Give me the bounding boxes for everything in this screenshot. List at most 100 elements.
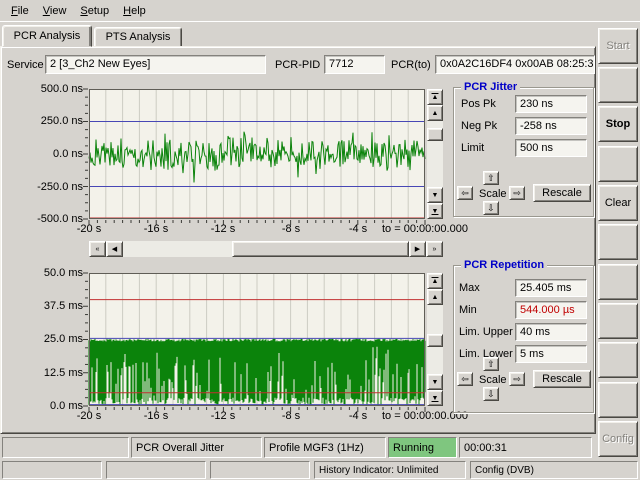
tab-pcr-analysis[interactable]: PCR Analysis [2, 25, 92, 47]
pos-pk-field: 230 ns [515, 95, 587, 113]
scroll-to-top-button[interactable]: ▲ [427, 89, 443, 105]
menu-help[interactable]: Help [116, 3, 153, 19]
lim-upper-field[interactable]: 40 ms [515, 323, 587, 341]
arrow-up-bar-icon: ▲ [432, 278, 439, 285]
jitter-xtick-4: -4 s [336, 223, 380, 235]
blank-button-6 [598, 342, 638, 378]
jitter-x-end-label: to = 00:00:00.000 [382, 223, 492, 235]
status-elapsed-time: 00:00:31 [459, 437, 592, 458]
status-history-indicator: History Indicator: Unlimited [314, 461, 466, 479]
lim-lower-field[interactable]: 5 ms [515, 345, 587, 363]
jitter-scale-right-button[interactable]: ⇨ [509, 186, 525, 200]
blank-button-4 [598, 264, 638, 300]
status-cell-empty [2, 437, 129, 458]
menu-bar: File View Setup Help [0, 0, 640, 22]
hollow-arrow-left-icon: ⇦ [461, 189, 469, 198]
service-label: Service [7, 59, 44, 71]
scroll-to-bottom-button[interactable]: ▼ [427, 203, 443, 219]
rep-xtick-4: -4 s [336, 410, 380, 422]
scroll-right-button[interactable]: ▶ [409, 241, 426, 257]
arrow-up-icon: ▲ [432, 294, 439, 301]
menu-setup[interactable]: Setup [73, 3, 116, 19]
scroll-up-button[interactable]: ▲ [427, 105, 443, 121]
rep-ytick-37: 37.5 ms [5, 300, 83, 312]
max-label: Max [459, 282, 480, 294]
status-config-mode: Config (DVB) [470, 461, 638, 479]
repetition-vertical-scrollbar[interactable]: ▲ ▲ ▼ ▼ [427, 273, 443, 406]
pcr-analysis-page: Service 2 [3_Ch2 New Eyes] PCR-PID 7712 … [0, 46, 596, 434]
scroll-far-left-button[interactable]: « [89, 241, 106, 257]
config-button[interactable]: Config [598, 421, 638, 457]
service-field[interactable]: 2 [3_Ch2 New Eyes] [45, 55, 266, 74]
rep-scale-left-button[interactable]: ⇦ [457, 372, 473, 386]
scroll-far-right-button[interactable]: » [426, 241, 443, 257]
rep-scale-label: Scale [479, 374, 507, 386]
start-button[interactable]: Start [598, 28, 638, 64]
blank-button-5 [598, 303, 638, 339]
jitter-ytick-0: 0.0 ns [5, 148, 83, 160]
min-field: 544.000 µs [515, 301, 587, 319]
hollow-arrow-left-icon: ⇦ [461, 375, 469, 384]
double-arrow-right-icon: » [433, 246, 437, 253]
jitter-ytick-250: 250.0 ns [5, 115, 83, 127]
hollow-arrow-up-icon: ⇧ [487, 174, 495, 183]
menu-view[interactable]: View [36, 3, 74, 19]
rep-ytick-25: 25.0 ms [5, 333, 83, 345]
rep-rescale-button[interactable]: Rescale [533, 370, 591, 388]
scrollbar-thumb[interactable] [427, 128, 443, 141]
rep-ytick-12: 12.5 ms [5, 367, 83, 379]
scroll-to-bottom-button[interactable]: ▼ [427, 390, 443, 406]
pcr-jitter-plot [89, 89, 425, 219]
neg-pk-label: Neg Pk [461, 120, 497, 132]
clear-button[interactable]: Clear [598, 185, 638, 221]
scroll-down-button[interactable]: ▼ [427, 187, 443, 203]
jitter-limit-field[interactable]: 500 ns [515, 139, 587, 157]
pcr-jitter-group-title: PCR Jitter [461, 81, 520, 93]
jitter-vertical-scrollbar[interactable]: ▲ ▲ ▼ ▼ [427, 89, 443, 219]
scroll-to-top-button[interactable]: ▲ [427, 273, 443, 289]
rep-ytick-50: 50.0 ms [5, 267, 83, 279]
rep-scale-right-button[interactable]: ⇨ [509, 372, 525, 386]
double-arrow-left-icon: « [96, 246, 100, 253]
arrow-down-icon: ▼ [432, 379, 439, 386]
jitter-scale-up-button[interactable]: ⇧ [483, 171, 499, 185]
jitter-rescale-button[interactable]: Rescale [533, 184, 591, 202]
jitter-scale-down-button[interactable]: ⇩ [483, 201, 499, 215]
pcr-to-label: PCR(to) [391, 59, 431, 71]
pos-pk-label: Pos Pk [461, 98, 496, 110]
hollow-arrow-up-icon: ⇧ [487, 360, 495, 369]
jitter-xtick-8: -8 s [269, 223, 313, 235]
pcr-to-field: 0x0A2C16DF4 0x00AB 08:25:3 [435, 55, 595, 74]
arrow-right-icon: ▶ [415, 246, 420, 253]
scroll-up-button[interactable]: ▲ [427, 289, 443, 305]
arrow-down-bar-icon: ▼ [432, 208, 439, 215]
jitter-xtick-16: -16 s [134, 223, 178, 235]
arrow-left-icon: ◀ [112, 246, 117, 253]
blank-button-3 [598, 224, 638, 260]
h-scrollbar-thumb[interactable] [232, 241, 409, 257]
status2-cell-2 [106, 461, 206, 479]
h-scrollbar-track[interactable] [123, 241, 409, 257]
status2-cell-1 [2, 461, 102, 479]
scrollbar-track[interactable] [427, 305, 443, 374]
min-label: Min [459, 304, 477, 316]
rep-scale-down-button[interactable]: ⇩ [483, 387, 499, 401]
time-horizontal-scrollbar[interactable]: « ◀ ▶ » [89, 241, 443, 257]
scroll-left-button[interactable]: ◀ [106, 241, 123, 257]
arrow-up-icon: ▲ [432, 110, 439, 117]
jitter-scale-left-button[interactable]: ⇦ [457, 186, 473, 200]
arrow-up-bar-icon: ▲ [432, 94, 439, 101]
pcr-pid-label: PCR-PID [275, 59, 320, 71]
scrollbar-track[interactable] [427, 121, 443, 187]
tab-strip: PCR Analysis PTS Analysis [0, 23, 640, 47]
scrollbar-thumb[interactable] [427, 334, 443, 347]
tab-pts-analysis[interactable]: PTS Analysis [94, 27, 182, 47]
pcr-pid-field: 7712 [324, 55, 385, 74]
rep-scale-up-button[interactable]: ⇧ [483, 357, 499, 371]
jitter-xtick-12: -12 s [201, 223, 245, 235]
scroll-down-button[interactable]: ▼ [427, 374, 443, 390]
menu-file[interactable]: File [4, 3, 36, 19]
jitter-xtick-20: -20 s [67, 223, 111, 235]
hollow-arrow-down-icon: ⇩ [487, 390, 495, 399]
stop-button[interactable]: Stop [598, 106, 638, 142]
